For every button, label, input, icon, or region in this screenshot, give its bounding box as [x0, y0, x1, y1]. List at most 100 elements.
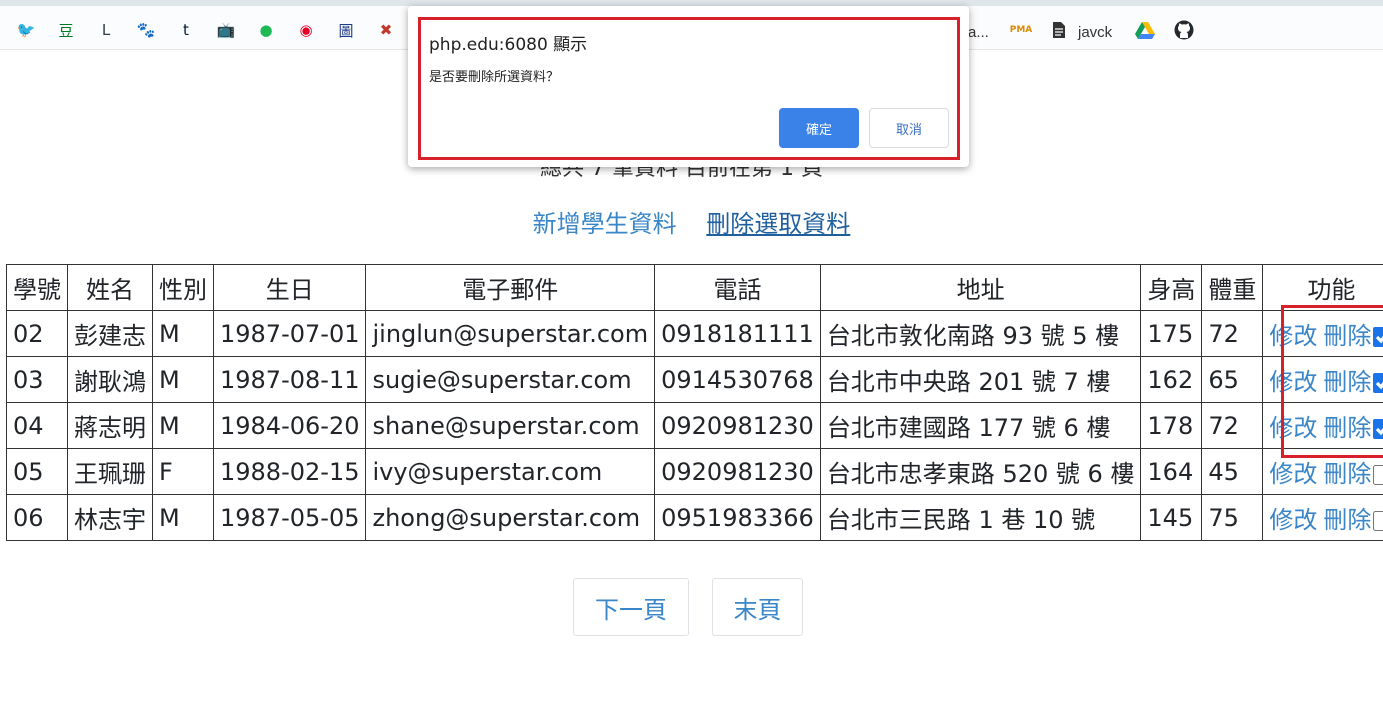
cell-email: ivy@superstar.com — [365, 448, 656, 495]
phpmyadmin-icon[interactable]: PMA — [1010, 20, 1033, 40]
table-row: 05 王珮珊 F 1988-02-15 ivy@superstar.com 0920981… — [6, 448, 1383, 495]
bookmark-truncated-label[interactable]: a... — [968, 24, 989, 41]
dialog-message: 是否要刪除所選資料？ — [429, 70, 560, 85]
cell-id: 02 — [6, 310, 68, 357]
baidu-icon[interactable]: 🐾 — [136, 20, 156, 40]
google-drive-icon[interactable] — [1135, 20, 1155, 40]
confirm-cancel-button[interactable]: 取消 — [869, 108, 949, 148]
spotify-icon[interactable]: ● — [256, 20, 276, 40]
cell-weight: 45 — [1201, 448, 1264, 495]
col-actions: 功能 — [1262, 264, 1383, 311]
col-birthday: 生日 — [212, 264, 367, 311]
add-student-link[interactable]: 新增學生資料 — [533, 210, 677, 238]
row-select-checkbox[interactable] — [1373, 327, 1383, 347]
cell-email: shane@superstar.com — [365, 402, 656, 449]
cell-id: 05 — [6, 448, 68, 495]
cell-weight: 75 — [1201, 494, 1264, 541]
cell-gender: M — [152, 356, 214, 403]
cell-gender: M — [152, 402, 214, 449]
cell-actions: 修改 刪除 — [1262, 494, 1383, 541]
confirm-dialog: php.edu:6080 顯示 是否要刪除所選資料？ 確定 取消 — [408, 6, 969, 167]
cell-name: 彭建志 — [67, 310, 153, 357]
table-row: 03 謝耿鴻 M 1987-08-11 sugie@superstar.com 09145… — [6, 356, 1383, 403]
github-icon[interactable] — [1174, 20, 1194, 40]
bookmark-javck[interactable]: javck — [1078, 24, 1112, 41]
table-header-row: 學號 姓名 性別 生日 電子郵件 電話 地址 身高 體重 功能 — [6, 264, 1383, 311]
cell-weight: 72 — [1201, 402, 1264, 449]
cell-phone: 0951983366 — [654, 494, 821, 541]
cell-address: 台北市忠孝東路 520 號 6 樓 — [819, 448, 1142, 495]
cell-name: 蔣志明 — [67, 402, 153, 449]
edit-link[interactable]: 修改 — [1269, 506, 1317, 534]
cell-birthday: 1987-07-01 — [212, 310, 367, 357]
cell-gender: M — [152, 310, 214, 357]
letterboxd-icon[interactable]: L — [96, 20, 116, 40]
library-icon[interactable]: 圖 — [336, 20, 356, 40]
cell-birthday: 1984-06-20 — [212, 402, 367, 449]
table-row: 04 蔣志明 M 1984-06-20 shane@superstar.com 09209… — [6, 402, 1383, 449]
next-page-button[interactable]: 下一頁 — [573, 578, 689, 636]
cell-gender: F — [152, 448, 214, 495]
cell-address: 台北市建國路 177 號 6 樓 — [819, 402, 1142, 449]
cell-email: jinglun@superstar.com — [365, 310, 656, 357]
cell-email: zhong@superstar.com — [365, 494, 656, 541]
delete-link[interactable]: 刪除 — [1323, 414, 1371, 442]
cell-name: 謝耿鴻 — [67, 356, 153, 403]
bug-icon[interactable]: ✖ — [376, 20, 396, 40]
cell-address: 台北市三民路 1 巷 10 號 — [819, 494, 1142, 541]
douban-icon[interactable]: 豆 — [56, 20, 76, 40]
col-gender: 性別 — [152, 264, 214, 311]
cell-phone: 0920981230 — [654, 448, 821, 495]
cell-name: 王珮珊 — [67, 448, 153, 495]
twitter-icon[interactable]: 🐦 — [16, 20, 36, 40]
students-table: 學號 姓名 性別 生日 電子郵件 電話 地址 身高 體重 功能 02 彭建志 M 19… — [6, 264, 1383, 541]
cell-address: 台北市中央路 201 號 7 樓 — [819, 356, 1142, 403]
document-icon[interactable] — [1049, 20, 1069, 40]
row-select-checkbox[interactable] — [1373, 511, 1383, 531]
col-email: 電子郵件 — [365, 264, 656, 311]
cell-actions: 修改 刪除 — [1262, 310, 1383, 357]
cell-height: 178 — [1140, 402, 1203, 449]
delete-link[interactable]: 刪除 — [1323, 322, 1371, 350]
tumblr-icon[interactable]: t — [176, 20, 196, 40]
cell-gender: M — [152, 494, 214, 541]
cell-id: 03 — [6, 356, 68, 403]
delete-link[interactable]: 刪除 — [1323, 460, 1371, 488]
netease-music-icon[interactable]: ◉ — [296, 20, 316, 40]
delete-link[interactable]: 刪除 — [1323, 368, 1371, 396]
col-address: 地址 — [819, 264, 1142, 311]
last-page-button[interactable]: 末頁 — [712, 578, 803, 636]
edit-link[interactable]: 修改 — [1269, 368, 1317, 396]
dialog-origin: php.edu:6080 顯示 — [429, 35, 588, 55]
cell-birthday: 1987-08-11 — [212, 356, 367, 403]
cell-birthday: 1988-02-15 — [212, 448, 367, 495]
delete-link[interactable]: 刪除 — [1323, 506, 1371, 534]
cell-phone: 0920981230 — [654, 402, 821, 449]
table-row: 02 彭建志 M 1987-07-01 jinglun@superstar.com 091… — [6, 310, 1383, 357]
action-links: 新增學生資料 刪除選取資料 — [0, 204, 1383, 239]
row-select-checkbox[interactable] — [1373, 373, 1383, 393]
edit-link[interactable]: 修改 — [1269, 460, 1317, 488]
cell-phone: 0918181111 — [654, 310, 821, 357]
delete-selected-link[interactable]: 刪除選取資料 — [706, 210, 850, 238]
table-row: 06 林志宇 M 1987-05-05 zhong@superstar.com 09519… — [6, 494, 1383, 541]
cell-email: sugie@superstar.com — [365, 356, 656, 403]
col-phone: 電話 — [654, 264, 821, 311]
cell-actions: 修改 刪除 — [1262, 356, 1383, 403]
cell-id: 04 — [6, 402, 68, 449]
col-name: 姓名 — [67, 264, 153, 311]
cell-weight: 72 — [1201, 310, 1264, 357]
edit-link[interactable]: 修改 — [1269, 414, 1317, 442]
cell-height: 175 — [1140, 310, 1203, 357]
cell-actions: 修改 刪除 — [1262, 402, 1383, 449]
cell-actions: 修改 刪除 — [1262, 448, 1383, 495]
cell-height: 145 — [1140, 494, 1203, 541]
bilibili-icon[interactable]: 📺 — [216, 20, 236, 40]
row-select-checkbox[interactable] — [1373, 419, 1383, 439]
edit-link[interactable]: 修改 — [1269, 322, 1317, 350]
col-height: 身高 — [1140, 264, 1203, 311]
confirm-ok-button[interactable]: 確定 — [779, 108, 859, 148]
row-select-checkbox[interactable] — [1373, 465, 1383, 485]
col-id: 學號 — [6, 264, 68, 311]
cell-height: 164 — [1140, 448, 1203, 495]
